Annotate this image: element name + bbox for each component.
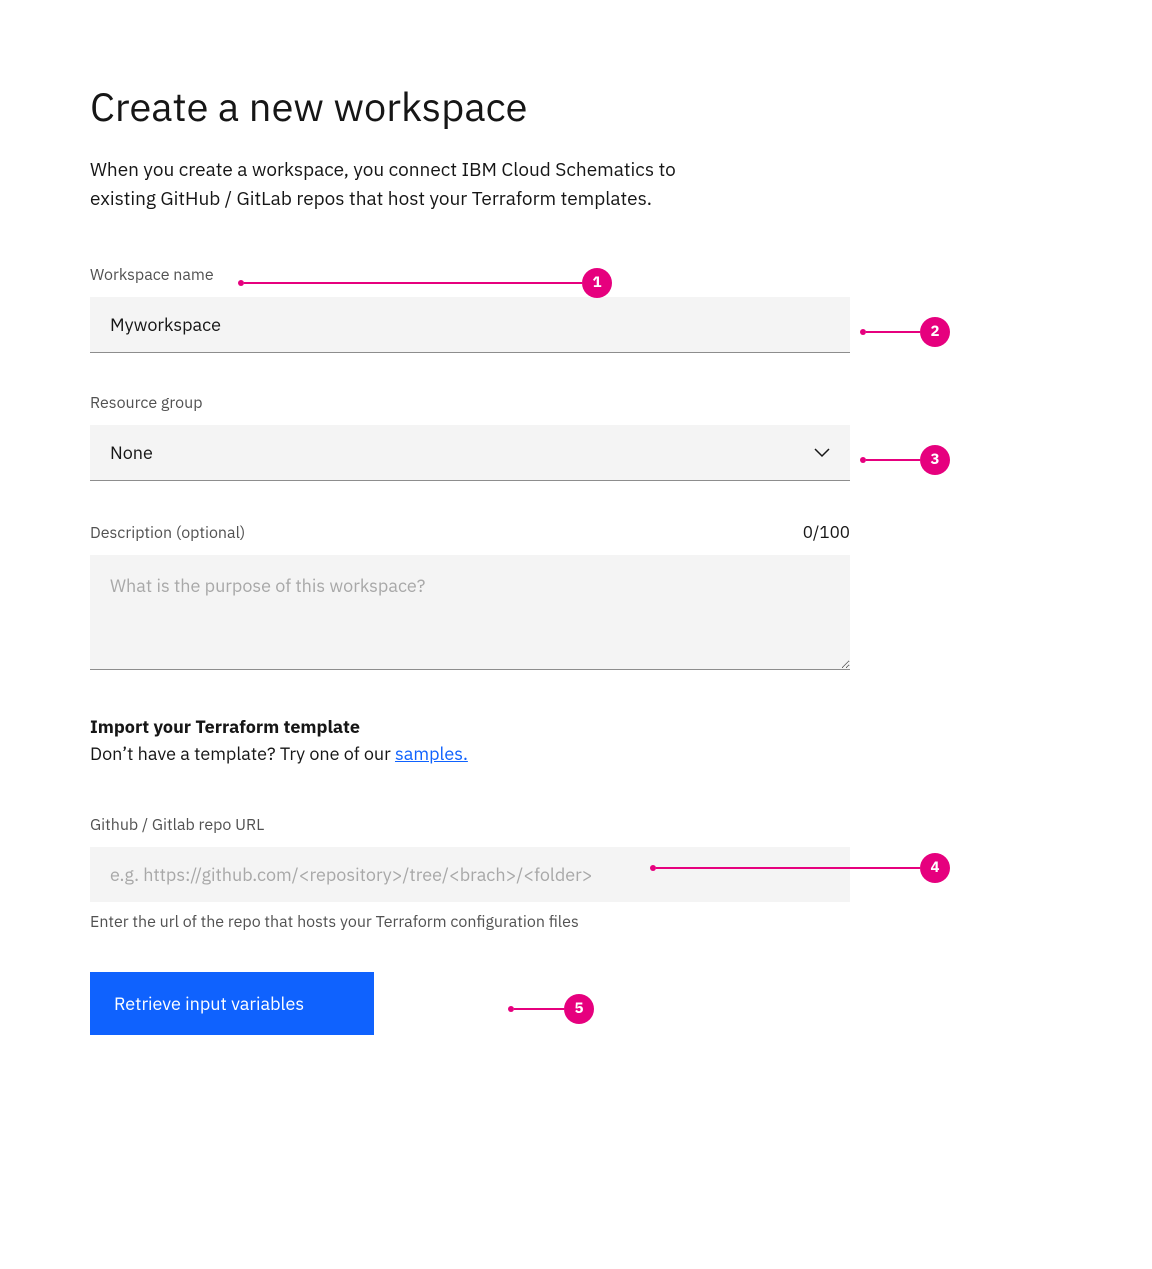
description-label: Description (optional) xyxy=(90,523,245,543)
resource-group-label: Resource group xyxy=(90,393,850,413)
repo-url-label: Github / Gitlab repo URL xyxy=(90,815,850,835)
form-container: Create a new workspace When you create a… xyxy=(90,80,850,1035)
annotation-5: 5 xyxy=(508,994,594,1024)
workspace-name-field: Workspace name 1 2 xyxy=(90,265,850,353)
import-subtext: Don’t have a template? Try one of our sa… xyxy=(90,742,850,765)
description-counter: 0/100 xyxy=(803,521,850,543)
import-heading: Import your Terraform template xyxy=(90,715,850,738)
description-textarea[interactable] xyxy=(90,555,850,670)
resource-group-select[interactable]: None xyxy=(90,425,850,481)
description-field: Description (optional) 0/100 xyxy=(90,521,850,675)
annotation-3: 3 xyxy=(860,445,950,475)
repo-url-input[interactable] xyxy=(90,847,850,902)
page-intro: When you create a workspace, you connect… xyxy=(90,156,690,215)
annotation-2: 2 xyxy=(860,317,950,347)
repo-url-field: Github / Gitlab repo URL Enter the url o… xyxy=(90,815,850,932)
button-row: Retrieve input variables 5 xyxy=(90,942,850,1035)
workspace-name-label: Workspace name xyxy=(90,265,850,285)
page-title: Create a new workspace xyxy=(90,80,850,132)
resource-group-select-wrap: None xyxy=(90,425,850,481)
retrieve-button[interactable]: Retrieve input variables xyxy=(90,972,374,1035)
workspace-name-input[interactable] xyxy=(90,297,850,353)
samples-link[interactable]: samples. xyxy=(395,742,468,765)
import-sub-prefix: Don’t have a template? Try one of our xyxy=(90,742,395,765)
repo-url-helper: Enter the url of the repo that hosts you… xyxy=(90,912,850,932)
resource-group-field: Resource group None 3 xyxy=(90,393,850,481)
